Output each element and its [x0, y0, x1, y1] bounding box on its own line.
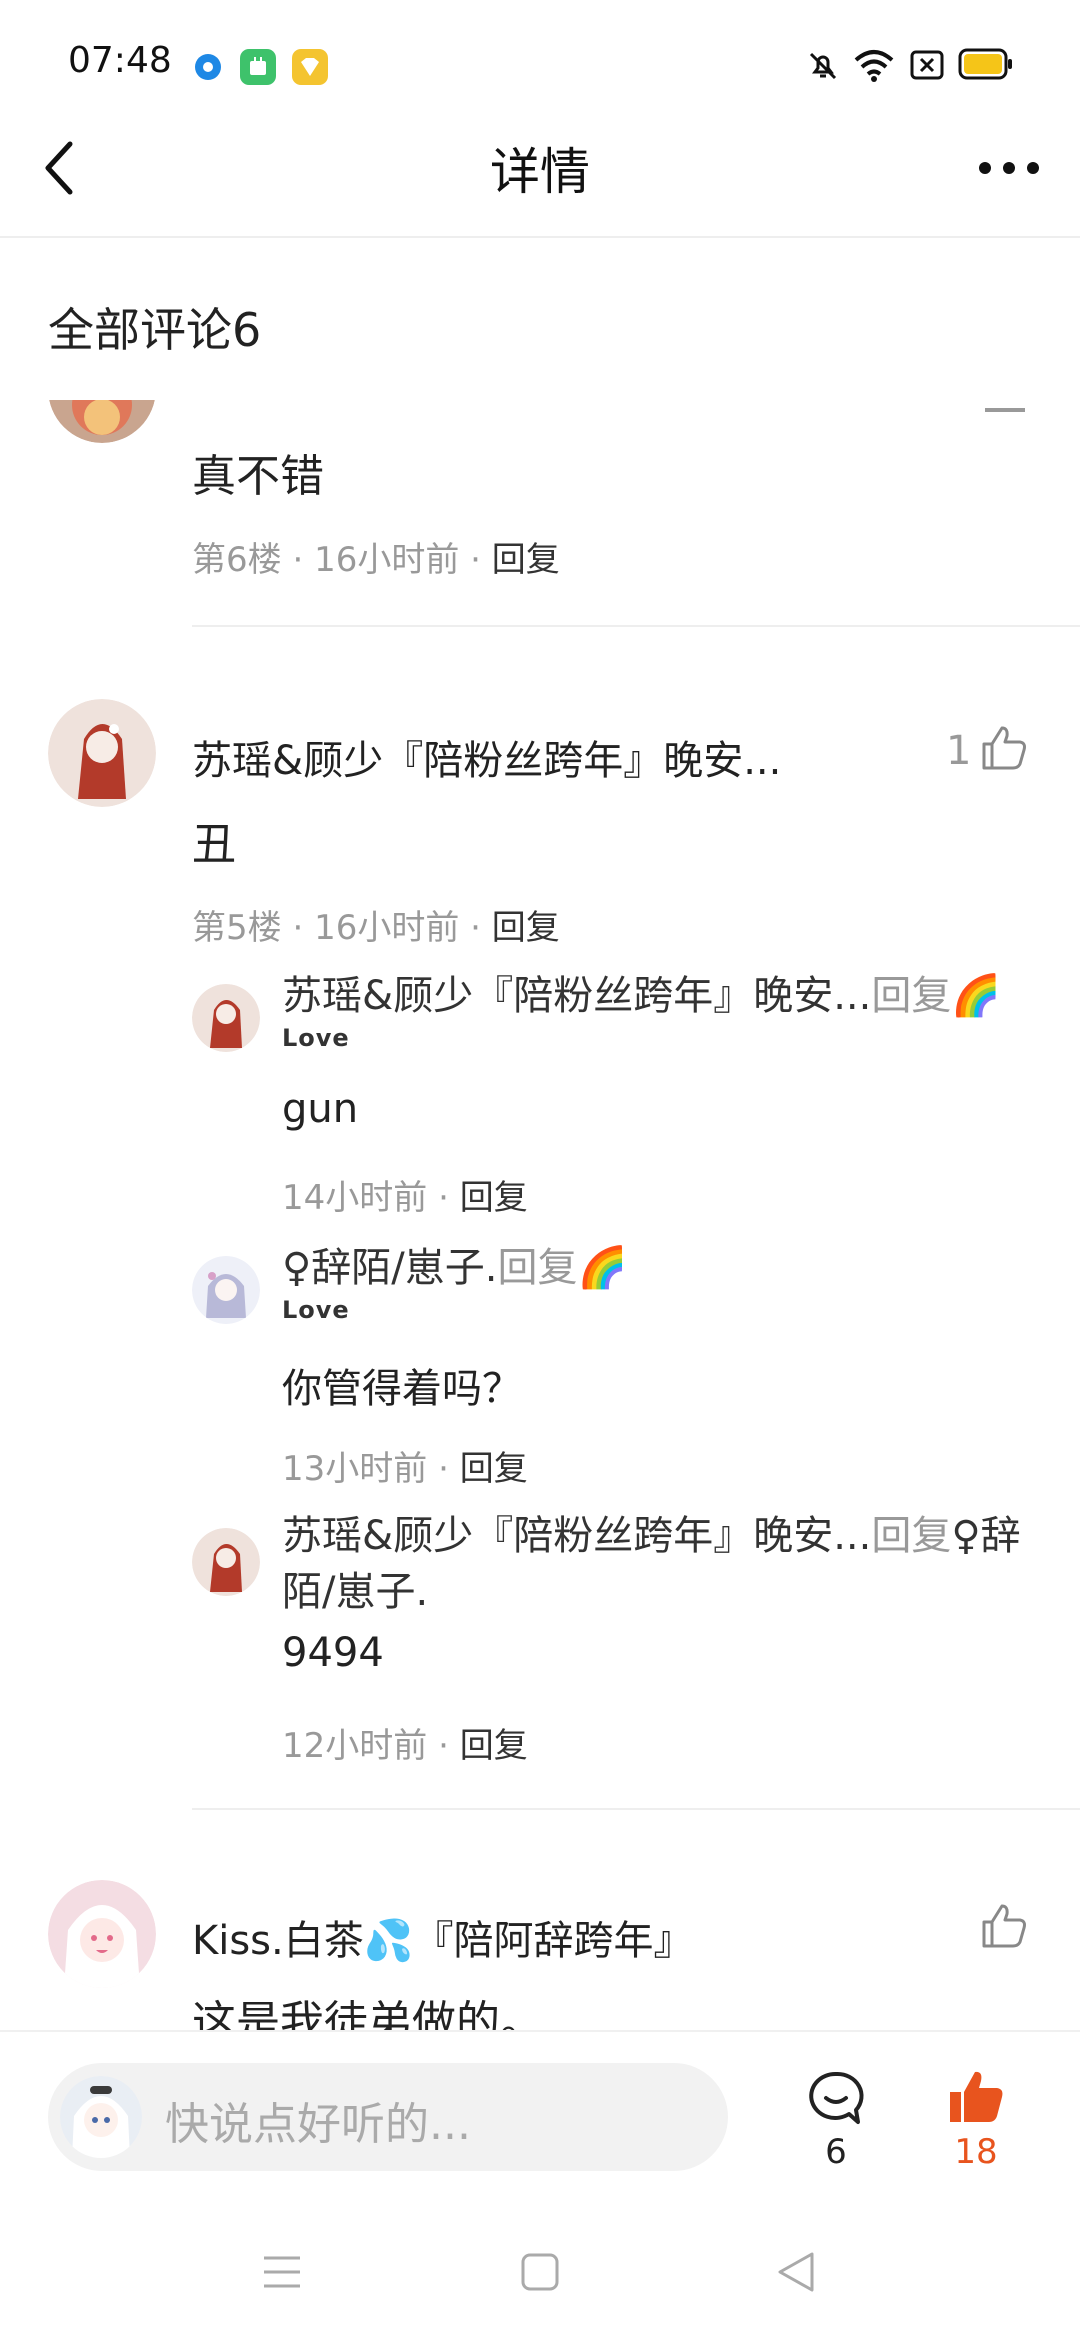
- reply-body: 9494: [282, 1630, 384, 1676]
- avatar[interactable]: [48, 1880, 156, 1988]
- reply-author-name[interactable]: 苏瑶&顾少『陪粉丝跨年』晚安...: [282, 973, 871, 1019]
- comment-body: 真不错: [192, 451, 324, 502]
- like-button[interactable]: [978, 722, 1030, 774]
- comment-floor: 第6楼: [192, 540, 282, 580]
- reply-button[interactable]: 回复: [460, 1449, 528, 1489]
- comment-body: 丑: [192, 819, 236, 870]
- reply-author-line: ♀辞陌/崽子.回复🌈: [282, 1240, 627, 1296]
- comment-count: 6: [825, 2132, 847, 2172]
- app-notification-icon-1: [190, 49, 226, 85]
- sim-icon: [910, 50, 944, 84]
- comment-bubble-icon: [809, 2071, 864, 2124]
- like-post-button[interactable]: [946, 2066, 1006, 2126]
- reply-button[interactable]: 回复: [460, 1178, 528, 1218]
- reply-target-cont[interactable]: 陌/崽子.: [282, 1569, 428, 1615]
- reply-author-line: 苏瑶&顾少『陪粉丝跨年』晚安...回复🌈: [282, 968, 1001, 1024]
- reply-word: 回复: [871, 1513, 952, 1559]
- battery-icon: [958, 48, 1014, 84]
- reply-button[interactable]: 回复: [492, 540, 560, 580]
- comments-section-title: 全部评论6: [48, 303, 262, 357]
- comment-meta: 第6楼 · 16小时前 · 回复: [192, 540, 560, 580]
- comment-author-name[interactable]: Kiss.白茶💦『陪阿辞跨年』: [192, 1908, 694, 1966]
- reply-avatar[interactable]: [192, 1528, 260, 1596]
- more-button[interactable]: [975, 158, 1045, 178]
- comment-body: 这是我徒弟做的。: [192, 1997, 544, 2030]
- user-badge: Love: [282, 1296, 350, 1324]
- reply-time: 14小时前: [282, 1178, 428, 1218]
- reply-word: 回复: [497, 1245, 578, 1291]
- reply-avatar[interactable]: [192, 984, 260, 1052]
- app-notification-icon-2: [240, 49, 276, 85]
- reply-time: 12小时前: [282, 1726, 428, 1766]
- nav-home-button[interactable]: [520, 2252, 560, 2292]
- comment-author-name[interactable]: 苏瑶&顾少『陪粉丝跨年』晚安...: [192, 728, 781, 786]
- thumb-up-icon: [982, 1904, 1026, 1948]
- comment-floor: 第5楼: [192, 908, 282, 948]
- comment-button[interactable]: [806, 2068, 866, 2128]
- reply-body: gun: [282, 1086, 359, 1132]
- collapse-icon[interactable]: [985, 408, 1025, 412]
- comment-meta: 第5楼 · 16小时前 · 回复: [192, 908, 560, 948]
- reply-button[interactable]: 回复: [492, 908, 560, 948]
- reply-target[interactable]: 🌈: [578, 1245, 628, 1291]
- back-nav-icon: [778, 2252, 814, 2292]
- reply-target[interactable]: ♀辞: [951, 1513, 1020, 1559]
- status-time: 07:48: [68, 40, 172, 81]
- reply-meta: 14小时前 · 回复: [282, 1178, 528, 1218]
- nav-back-button[interactable]: [776, 2250, 816, 2294]
- mute-icon: [805, 48, 841, 88]
- reply-author-name[interactable]: 苏瑶&顾少『陪粉丝跨年』晚安...: [282, 1513, 871, 1559]
- nav-menu-button[interactable]: [262, 2254, 302, 2290]
- home-nav-icon: [521, 2253, 559, 2291]
- avatar[interactable]: [48, 699, 156, 807]
- page-title: 详情: [490, 143, 590, 201]
- reply-author-line: 苏瑶&顾少『陪粉丝跨年』晚安...回复♀辞陌/崽子.: [282, 1508, 1042, 1620]
- user-badge: Love: [282, 1024, 350, 1052]
- comment-card-6: 真不错 第6楼 · 16小时前 · 回复: [0, 400, 1080, 630]
- reply-word: 回复: [871, 973, 952, 1019]
- reply-body: 你管得着吗？: [282, 1366, 522, 1412]
- like-count: 1: [946, 728, 972, 774]
- menu-nav-icon: [264, 2256, 300, 2288]
- thumb-up-filled-icon: [950, 2071, 1003, 2122]
- like-button[interactable]: [978, 1900, 1030, 1952]
- wifi-icon: [852, 46, 896, 88]
- reply-avatar[interactable]: [192, 1256, 260, 1324]
- user-avatar[interactable]: [60, 2076, 142, 2158]
- reply-target[interactable]: 🌈: [951, 973, 1001, 1019]
- comment-input-placeholder: 快说点好听的...: [165, 2099, 471, 2150]
- reply-meta: 13小时前 · 回复: [282, 1449, 528, 1489]
- app-notification-icon-3: [292, 49, 328, 85]
- thumb-up-icon: [982, 726, 1026, 770]
- header-divider: [0, 236, 1080, 238]
- comment-divider: [192, 1808, 1080, 1810]
- reply-button[interactable]: 回复: [460, 1726, 528, 1766]
- comment-time: 16小时前: [314, 540, 460, 580]
- reply-meta: 12小时前 · 回复: [282, 1726, 528, 1766]
- comment-time: 16小时前: [314, 908, 460, 948]
- post-like-count: 18: [954, 2132, 998, 2172]
- avatar[interactable]: [48, 400, 156, 443]
- comment-divider: [192, 625, 1080, 627]
- reply-author-name[interactable]: ♀辞陌/崽子.: [282, 1245, 498, 1291]
- reply-time: 13小时前: [282, 1449, 428, 1489]
- comment-card-next: Kiss.白茶💦『陪阿辞跨年』 这是我徒弟做的。: [0, 1870, 1080, 2030]
- more-dots-icon: [979, 162, 1039, 174]
